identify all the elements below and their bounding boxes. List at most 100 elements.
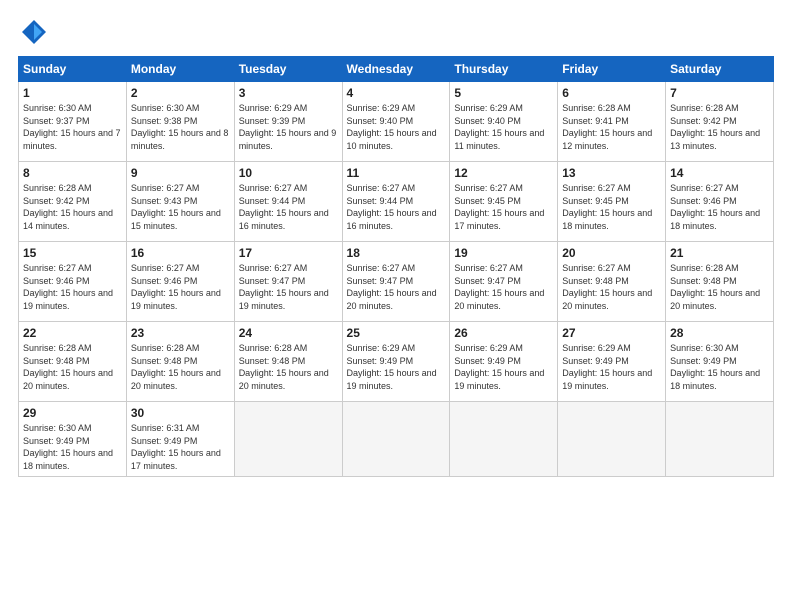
calendar-cell: 3 Sunrise: 6:29 AMSunset: 9:39 PMDaylight… — [234, 82, 342, 162]
calendar-cell: 27Sunrise: 6:29 AMSunset: 9:49 PMDayligh… — [558, 322, 666, 402]
weekday-header-row: SundayMondayTuesdayWednesdayThursdayFrid… — [19, 57, 774, 82]
calendar-cell: 18 Sunrise: 6:27 AMSunset: 9:47 PMDayligh… — [342, 242, 450, 322]
day-info: Sunrise: 6:29 AMSunset: 9:39 PMDaylight:… — [239, 102, 338, 152]
day-info: Sunrise: 6:27 AMSunset: 9:44 PMDaylight:… — [239, 182, 338, 232]
calendar-cell — [450, 402, 558, 477]
calendar-cell — [342, 402, 450, 477]
calendar-cell: 19 Sunrise: 6:27 AMSunset: 9:47 PMDayligh… — [450, 242, 558, 322]
day-info: Sunrise: 6:27 AMSunset: 9:47 PMDaylight:… — [347, 262, 446, 312]
calendar-cell: 29 Sunrise: 6:30 AMSunset: 9:49 PMDayligh… — [19, 402, 127, 477]
day-info: Sunrise: 6:30 AMSunset: 9:38 PMDaylight:… — [131, 102, 230, 152]
day-number: 26 — [454, 326, 553, 340]
calendar-cell: 15 Sunrise: 6:27 AMSunset: 9:46 PMDayligh… — [19, 242, 127, 322]
calendar-cell: 8Sunrise: 6:28 AMSunset: 9:42 PMDaylight… — [19, 162, 127, 242]
day-info: Sunrise: 6:27 AMSunset: 9:44 PMDaylight:… — [347, 182, 446, 232]
day-number: 20 — [562, 246, 661, 260]
day-info: Sunrise: 6:28 AMSunset: 9:42 PMDaylight:… — [670, 102, 769, 152]
calendar-cell: 9Sunrise: 6:27 AMSunset: 9:43 PMDaylight… — [126, 162, 234, 242]
day-number: 1 — [23, 86, 122, 100]
calendar-cell: 23 Sunrise: 6:28 AMSunset: 9:48 PMDayligh… — [126, 322, 234, 402]
calendar-cell — [234, 402, 342, 477]
day-info: Sunrise: 6:27 AMSunset: 9:46 PMDaylight:… — [670, 182, 769, 232]
day-number: 15 — [23, 246, 122, 260]
day-number: 2 — [131, 86, 230, 100]
calendar-cell: 17 Sunrise: 6:27 AMSunset: 9:47 PMDayligh… — [234, 242, 342, 322]
logo-icon — [20, 18, 48, 46]
day-info: Sunrise: 6:28 AMSunset: 9:41 PMDaylight:… — [562, 102, 661, 152]
day-number: 7 — [670, 86, 769, 100]
calendar-body: 1 Sunrise: 6:30 AMSunset: 9:37 PMDaylight… — [19, 82, 774, 477]
calendar-cell: 16 Sunrise: 6:27 AMSunset: 9:46 PMDayligh… — [126, 242, 234, 322]
weekday-thursday: Thursday — [450, 57, 558, 82]
day-number: 4 — [347, 86, 446, 100]
calendar-week-3: 15 Sunrise: 6:27 AMSunset: 9:46 PMDayligh… — [19, 242, 774, 322]
calendar-cell: 21Sunrise: 6:28 AMSunset: 9:48 PMDayligh… — [666, 242, 774, 322]
day-number: 23 — [131, 326, 230, 340]
calendar-week-2: 8Sunrise: 6:28 AMSunset: 9:42 PMDaylight… — [19, 162, 774, 242]
day-number: 29 — [23, 406, 122, 420]
weekday-wednesday: Wednesday — [342, 57, 450, 82]
day-info: Sunrise: 6:30 AMSunset: 9:37 PMDaylight:… — [23, 102, 122, 152]
calendar-cell — [558, 402, 666, 477]
calendar-cell: 26 Sunrise: 6:29 AMSunset: 9:49 PMDayligh… — [450, 322, 558, 402]
day-info: Sunrise: 6:30 AMSunset: 9:49 PMDaylight:… — [23, 422, 122, 472]
day-number: 5 — [454, 86, 553, 100]
calendar-cell: 4Sunrise: 6:29 AMSunset: 9:40 PMDaylight… — [342, 82, 450, 162]
calendar-cell: 25 Sunrise: 6:29 AMSunset: 9:49 PMDayligh… — [342, 322, 450, 402]
day-info: Sunrise: 6:27 AMSunset: 9:47 PMDaylight:… — [454, 262, 553, 312]
day-number: 10 — [239, 166, 338, 180]
day-info: Sunrise: 6:27 AMSunset: 9:43 PMDaylight:… — [131, 182, 230, 232]
day-number: 6 — [562, 86, 661, 100]
day-number: 8 — [23, 166, 122, 180]
calendar-cell: 7 Sunrise: 6:28 AMSunset: 9:42 PMDaylight… — [666, 82, 774, 162]
day-info: Sunrise: 6:31 AMSunset: 9:49 PMDaylight:… — [131, 422, 230, 472]
day-number: 16 — [131, 246, 230, 260]
day-info: Sunrise: 6:29 AMSunset: 9:40 PMDaylight:… — [454, 102, 553, 152]
day-info: Sunrise: 6:29 AMSunset: 9:49 PMDaylight:… — [454, 342, 553, 392]
calendar-cell — [666, 402, 774, 477]
calendar-header: SundayMondayTuesdayWednesdayThursdayFrid… — [19, 57, 774, 82]
day-number: 14 — [670, 166, 769, 180]
day-number: 21 — [670, 246, 769, 260]
day-number: 30 — [131, 406, 230, 420]
day-info: Sunrise: 6:30 AMSunset: 9:49 PMDaylight:… — [670, 342, 769, 392]
weekday-friday: Friday — [558, 57, 666, 82]
logo — [18, 18, 48, 46]
day-info: Sunrise: 6:29 AMSunset: 9:49 PMDaylight:… — [347, 342, 446, 392]
day-info: Sunrise: 6:27 AMSunset: 9:45 PMDaylight:… — [454, 182, 553, 232]
day-info: Sunrise: 6:27 AMSunset: 9:46 PMDaylight:… — [131, 262, 230, 312]
calendar-cell: 11 Sunrise: 6:27 AMSunset: 9:44 PMDayligh… — [342, 162, 450, 242]
day-info: Sunrise: 6:28 AMSunset: 9:48 PMDaylight:… — [131, 342, 230, 392]
weekday-monday: Monday — [126, 57, 234, 82]
day-info: Sunrise: 6:27 AMSunset: 9:47 PMDaylight:… — [239, 262, 338, 312]
calendar-cell: 20 Sunrise: 6:27 AMSunset: 9:48 PMDayligh… — [558, 242, 666, 322]
calendar-cell: 6 Sunrise: 6:28 AMSunset: 9:41 PMDaylight… — [558, 82, 666, 162]
page: SundayMondayTuesdayWednesdayThursdayFrid… — [0, 0, 792, 612]
day-info: Sunrise: 6:27 AMSunset: 9:45 PMDaylight:… — [562, 182, 661, 232]
calendar-cell: 24Sunrise: 6:28 AMSunset: 9:48 PMDayligh… — [234, 322, 342, 402]
calendar-week-1: 1 Sunrise: 6:30 AMSunset: 9:37 PMDaylight… — [19, 82, 774, 162]
calendar-week-5: 29 Sunrise: 6:30 AMSunset: 9:49 PMDayligh… — [19, 402, 774, 477]
calendar-week-4: 22Sunrise: 6:28 AMSunset: 9:48 PMDayligh… — [19, 322, 774, 402]
day-number: 25 — [347, 326, 446, 340]
weekday-sunday: Sunday — [19, 57, 127, 82]
calendar-cell: 1 Sunrise: 6:30 AMSunset: 9:37 PMDaylight… — [19, 82, 127, 162]
weekday-saturday: Saturday — [666, 57, 774, 82]
day-number: 24 — [239, 326, 338, 340]
day-info: Sunrise: 6:27 AMSunset: 9:48 PMDaylight:… — [562, 262, 661, 312]
weekday-tuesday: Tuesday — [234, 57, 342, 82]
calendar-cell: 22Sunrise: 6:28 AMSunset: 9:48 PMDayligh… — [19, 322, 127, 402]
day-info: Sunrise: 6:29 AMSunset: 9:49 PMDaylight:… — [562, 342, 661, 392]
calendar-cell: 30 Sunrise: 6:31 AMSunset: 9:49 PMDayligh… — [126, 402, 234, 477]
header — [18, 18, 774, 46]
calendar-cell: 13Sunrise: 6:27 AMSunset: 9:45 PMDayligh… — [558, 162, 666, 242]
calendar-cell: 10 Sunrise: 6:27 AMSunset: 9:44 PMDayligh… — [234, 162, 342, 242]
day-number: 19 — [454, 246, 553, 260]
day-number: 18 — [347, 246, 446, 260]
day-number: 28 — [670, 326, 769, 340]
day-number: 11 — [347, 166, 446, 180]
day-info: Sunrise: 6:27 AMSunset: 9:46 PMDaylight:… — [23, 262, 122, 312]
day-number: 3 — [239, 86, 338, 100]
day-number: 12 — [454, 166, 553, 180]
day-number: 17 — [239, 246, 338, 260]
